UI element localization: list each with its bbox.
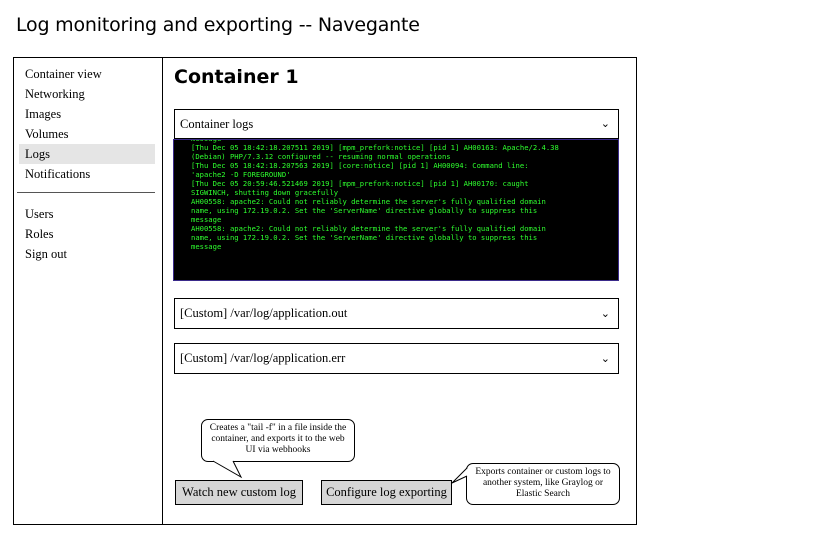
sidebar-item-notifications[interactable]: Notifications xyxy=(19,164,155,184)
configure-note-pointer xyxy=(451,467,468,484)
log-line: [Thu Dec 05 18:42:18.207511 2019] [mpm_p… xyxy=(191,143,559,152)
log-line: [Thu Dec 05 18:42:18.207563 2019] [core:… xyxy=(191,161,529,170)
sidebar-item-images[interactable]: Images xyxy=(19,104,155,124)
log-line: name, using 172.19.0.2. Set the 'ServerN… xyxy=(191,233,538,242)
container-logs-dropdown[interactable]: Container logs ⌄ xyxy=(174,109,619,139)
log-line: SIGWINCH, shutting down gracefully xyxy=(191,188,339,197)
sidebar: Container view Networking Images Volumes… xyxy=(14,58,163,524)
container-title: Container 1 xyxy=(174,66,299,88)
log-line: message xyxy=(191,215,222,224)
log-line: name, using 172.19.0.2. Set the 'ServerN… xyxy=(191,206,538,215)
watch-note-pointer xyxy=(212,460,243,479)
chevron-down-icon: ⌄ xyxy=(600,117,610,130)
dropdown-label: [Custom] /var/log/application.err xyxy=(180,351,346,365)
chevron-down-icon: ⌄ xyxy=(600,307,610,320)
sidebar-item-users[interactable]: Users xyxy=(19,204,155,224)
sidebar-item-roles[interactable]: Roles xyxy=(19,224,155,244)
page-title: Log monitoring and exporting -- Navegant… xyxy=(16,14,420,36)
app-frame: Container view Networking Images Volumes… xyxy=(13,57,637,525)
log-line: message xyxy=(191,242,222,251)
dropdown-label: Container logs xyxy=(180,117,254,131)
log-console-text: message [Thu Dec 05 18:42:18.207511 2019]… xyxy=(191,140,611,251)
log-line: AH00558: apache2: Could not reliably det… xyxy=(191,197,546,206)
sidebar-item-logs[interactable]: Logs xyxy=(19,144,155,164)
dropdown-label: [Custom] /var/log/application.out xyxy=(180,306,348,320)
configure-log-exporting-button[interactable]: Configure log exporting xyxy=(321,480,452,505)
sidebar-divider xyxy=(17,192,155,193)
sidebar-item-sign-out[interactable]: Sign out xyxy=(19,244,155,264)
application-out-dropdown[interactable]: [Custom] /var/log/application.out ⌄ xyxy=(174,298,619,329)
watch-new-custom-log-button[interactable]: Watch new custom log xyxy=(175,480,303,505)
chevron-down-icon: ⌄ xyxy=(600,352,610,365)
log-line: 'apache2 -D FOREGROUND' xyxy=(191,170,291,179)
configure-export-note: Exports container or custom logs to anot… xyxy=(466,463,620,505)
log-line: [Thu Dec 05 20:59:46.521469 2019] [mpm_p… xyxy=(191,179,529,188)
application-err-dropdown[interactable]: [Custom] /var/log/application.err ⌄ xyxy=(174,343,619,374)
sidebar-item-volumes[interactable]: Volumes xyxy=(19,124,155,144)
log-line: AH00558: apache2: Could not reliably det… xyxy=(191,224,546,233)
log-line: (Debian) PHP/7.3.12 configured -- resumi… xyxy=(191,152,451,161)
sidebar-item-container-view[interactable]: Container view xyxy=(19,64,155,84)
sidebar-item-networking[interactable]: Networking xyxy=(19,84,155,104)
log-console[interactable]: message [Thu Dec 05 18:42:18.207511 2019]… xyxy=(173,139,619,281)
